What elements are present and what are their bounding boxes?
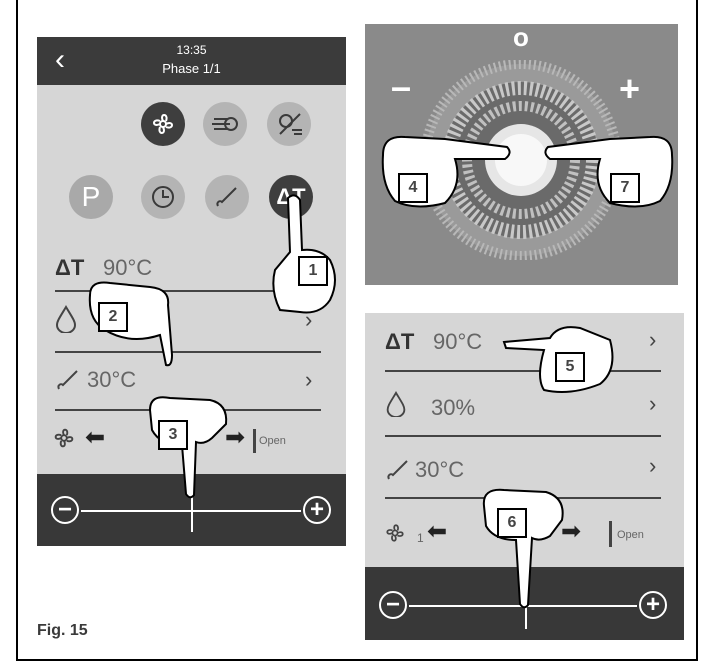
delta-t-value: 90°C bbox=[433, 329, 483, 354]
fan-left-arrow-icon[interactable]: ⬅ bbox=[427, 517, 447, 546]
vent-bar bbox=[609, 521, 612, 547]
fan-icon bbox=[383, 521, 407, 551]
vent-bar bbox=[253, 429, 256, 453]
core-probe-row-icon bbox=[55, 367, 81, 399]
pointing-hand-icon bbox=[482, 488, 564, 609]
knob-zero-mark: o bbox=[513, 22, 529, 52]
figure-caption: Fig. 15 bbox=[37, 622, 88, 639]
top-bar: ‹ 13:35 Phase 1/1 bbox=[37, 37, 346, 85]
callout-3: 3 bbox=[158, 420, 188, 450]
minus-button[interactable]: − bbox=[379, 591, 407, 619]
core-temp-chevron-icon[interactable]: › bbox=[649, 453, 656, 479]
callout-5: 5 bbox=[555, 352, 585, 382]
knob-minus-mark: – bbox=[391, 66, 412, 107]
fan-mode-icon[interactable] bbox=[141, 102, 185, 146]
callout-4: 4 bbox=[398, 173, 428, 203]
humidity-drop-icon bbox=[385, 391, 407, 423]
callout-7: 7 bbox=[610, 173, 640, 203]
humidity-value: 30% bbox=[431, 395, 476, 420]
knob-plus-mark: + bbox=[619, 68, 641, 109]
delta-t-icon: ΔT bbox=[385, 329, 415, 354]
pointing-hand-icon bbox=[272, 194, 336, 314]
fan-icon bbox=[51, 425, 77, 457]
callout-1: 1 bbox=[298, 256, 328, 286]
core-temp-value: 30°C bbox=[415, 457, 465, 482]
core-probe-icon[interactable] bbox=[205, 175, 249, 219]
phase-indicator: Phase 1/1 bbox=[162, 61, 221, 76]
steam-fan-mode-icon[interactable] bbox=[203, 102, 247, 146]
plus-button[interactable]: + bbox=[639, 591, 667, 619]
humidity-chevron-icon[interactable]: › bbox=[649, 391, 656, 417]
clock-time: 13:35 bbox=[176, 43, 207, 57]
callout-2: 2 bbox=[98, 302, 128, 332]
no-fan-mode-icon[interactable] bbox=[267, 102, 311, 146]
pointing-hand-icon bbox=[88, 281, 174, 367]
plus-button[interactable]: + bbox=[303, 496, 331, 524]
minus-button[interactable]: − bbox=[51, 496, 79, 524]
program-button[interactable]: P bbox=[69, 175, 113, 219]
pointing-hand-icon bbox=[148, 396, 228, 499]
fan-left-arrow-icon[interactable]: ⬅ bbox=[85, 423, 105, 452]
timer-icon[interactable] bbox=[141, 175, 185, 219]
fan-level: 1 bbox=[417, 531, 424, 545]
divider bbox=[385, 435, 661, 437]
open-label: Open bbox=[617, 529, 644, 541]
program-label: P bbox=[81, 181, 101, 212]
delta-t-chevron-icon[interactable]: › bbox=[649, 327, 656, 353]
core-probe-row-icon bbox=[385, 457, 411, 489]
callout-6: 6 bbox=[497, 508, 527, 538]
pointing-hand-icon bbox=[381, 135, 511, 208]
humidity-drop-icon bbox=[55, 305, 77, 339]
core-temp-chevron-icon[interactable]: › bbox=[305, 367, 312, 393]
open-label: Open bbox=[259, 435, 286, 447]
